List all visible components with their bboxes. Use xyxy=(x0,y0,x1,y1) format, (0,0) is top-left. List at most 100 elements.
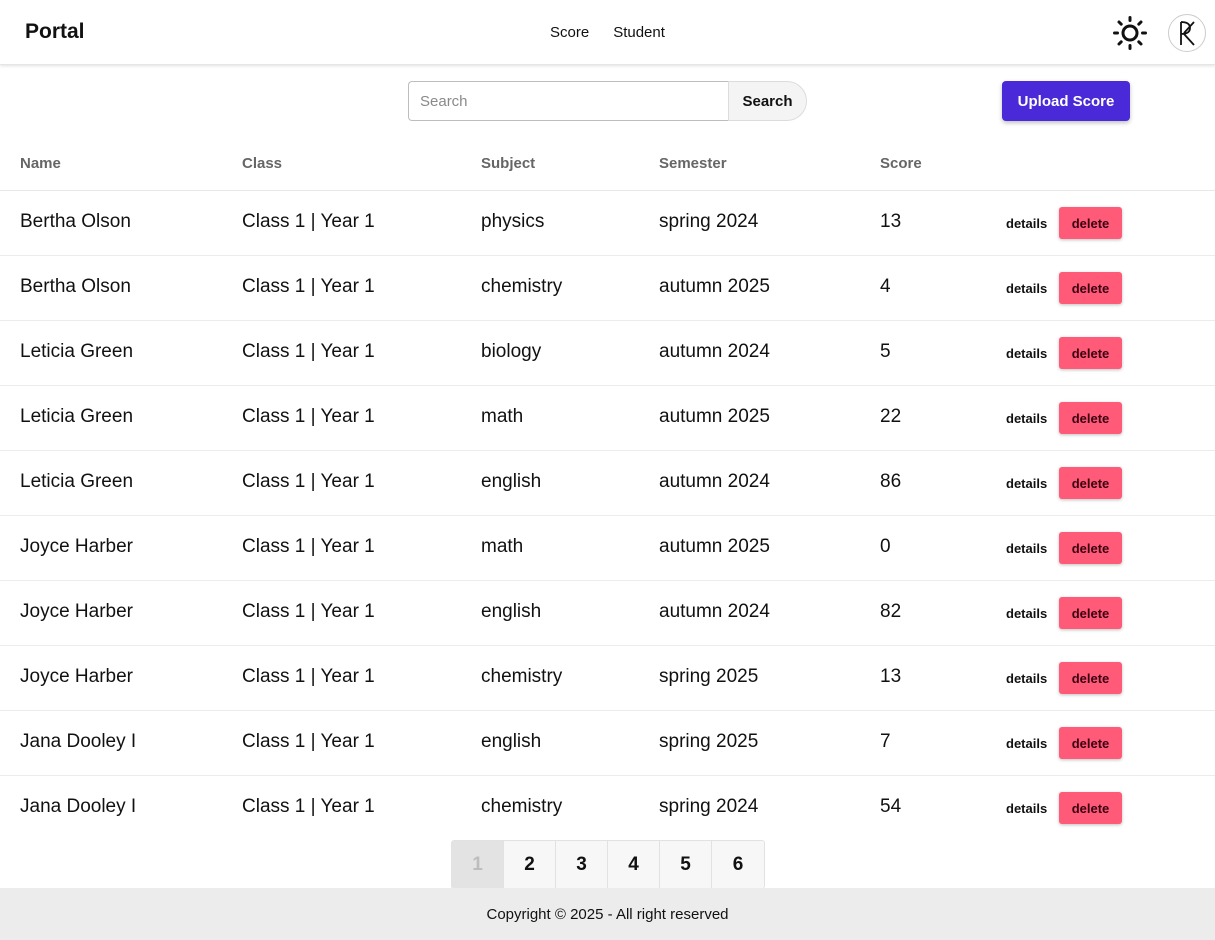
cell-subject: english xyxy=(481,601,542,622)
cell-score: 13 xyxy=(880,211,902,232)
cell-semester: autumn 2025 xyxy=(659,536,770,557)
cell-class: Class 1 | Year 1 xyxy=(242,731,375,752)
cell-class: Class 1 | Year 1 xyxy=(242,211,375,232)
cell-semester: spring 2024 xyxy=(659,211,759,232)
table-row: Jana Dooley I Class 1 | Year 1 chemistry sp… xyxy=(0,776,1215,841)
page-button-3[interactable]: 3 xyxy=(556,841,608,888)
delete-button[interactable]: delete xyxy=(1059,597,1122,629)
search-button[interactable]: Search xyxy=(728,81,807,121)
table-row: Leticia Green Class 1 | Year 1 math autumn … xyxy=(0,386,1215,451)
delete-button[interactable]: delete xyxy=(1059,727,1122,759)
column-header-score[interactable]: Score xyxy=(880,155,922,172)
cell-name: Jana Dooley I xyxy=(20,796,137,817)
cell-class: Class 1 | Year 1 xyxy=(242,796,375,817)
delete-button[interactable]: delete xyxy=(1059,337,1122,369)
details-button[interactable]: details xyxy=(1000,601,1053,625)
cell-subject: chemistry xyxy=(481,796,563,817)
column-header-subject[interactable]: Subject xyxy=(481,155,535,172)
upload-score-button[interactable]: Upload Score xyxy=(1002,81,1130,121)
table-row: Joyce Harber Class 1 | Year 1 chemistry spr… xyxy=(0,646,1215,711)
cell-semester: autumn 2024 xyxy=(659,341,770,362)
delete-button[interactable]: delete xyxy=(1059,467,1122,499)
cell-semester: autumn 2024 xyxy=(659,601,770,622)
cell-score: 13 xyxy=(880,666,902,687)
table-row: Bertha Olson Class 1 | Year 1 physics sprin… xyxy=(0,191,1215,256)
sun-icon[interactable] xyxy=(1113,16,1147,50)
cell-name: Jana Dooley I xyxy=(20,731,137,752)
cell-semester: autumn 2025 xyxy=(659,406,770,427)
cell-name: Joyce Harber xyxy=(20,536,133,557)
cell-name: Bertha Olson xyxy=(20,211,131,232)
details-button[interactable]: details xyxy=(1000,276,1053,300)
cell-score: 7 xyxy=(880,731,891,752)
page-button-6[interactable]: 6 xyxy=(712,841,764,888)
table-row: Bertha Olson Class 1 | Year 1 chemistry aut… xyxy=(0,256,1215,321)
details-button[interactable]: details xyxy=(1000,666,1053,690)
top-navbar: Portal Score Student xyxy=(0,0,1215,65)
details-button[interactable]: details xyxy=(1000,796,1053,820)
cell-class: Class 1 | Year 1 xyxy=(242,341,375,362)
delete-button[interactable]: delete xyxy=(1059,662,1122,694)
page-button-5[interactable]: 5 xyxy=(660,841,712,888)
details-button[interactable]: details xyxy=(1000,406,1053,430)
cell-class: Class 1 | Year 1 xyxy=(242,666,375,687)
cell-score: 4 xyxy=(880,276,891,297)
delete-button[interactable]: delete xyxy=(1059,792,1122,824)
details-button[interactable]: details xyxy=(1000,471,1053,495)
column-header-semester[interactable]: Semester xyxy=(659,155,727,172)
footer: Copyright © 2025 - All right reserved xyxy=(0,888,1215,940)
column-header-class[interactable]: Class xyxy=(242,155,282,172)
table-row: Jana Dooley I Class 1 | Year 1 english spri… xyxy=(0,711,1215,776)
nav-link-student[interactable]: Student xyxy=(613,24,665,41)
page-button-2[interactable]: 2 xyxy=(504,841,556,888)
cell-subject: english xyxy=(481,731,542,752)
cell-subject: chemistry xyxy=(481,666,563,687)
copyright-text: Copyright © 2025 - All right reserved xyxy=(486,905,729,923)
cell-score: 82 xyxy=(880,601,902,622)
cell-class: Class 1 | Year 1 xyxy=(242,471,375,492)
column-header-name[interactable]: Name xyxy=(20,155,61,172)
cell-score: 22 xyxy=(880,406,902,427)
details-button[interactable]: details xyxy=(1000,731,1053,755)
delete-button[interactable]: delete xyxy=(1059,207,1122,239)
cell-subject: english xyxy=(481,471,542,492)
cell-name: Leticia Green xyxy=(20,406,134,427)
page-button-4[interactable]: 4 xyxy=(608,841,660,888)
table-row: Leticia Green Class 1 | Year 1 english autu… xyxy=(0,451,1215,516)
cell-semester: autumn 2024 xyxy=(659,471,770,492)
avatar[interactable] xyxy=(1168,14,1206,52)
main-nav: Score Student xyxy=(550,24,665,41)
cell-name: Joyce Harber xyxy=(20,601,133,622)
details-button[interactable]: details xyxy=(1000,211,1053,235)
delete-button[interactable]: delete xyxy=(1059,532,1122,564)
cell-subject: math xyxy=(481,536,524,557)
cell-subject: physics xyxy=(481,211,545,232)
details-button[interactable]: details xyxy=(1000,341,1053,365)
table-row: Joyce Harber Class 1 | Year 1 math autumn 2… xyxy=(0,516,1215,581)
page-button-1[interactable]: 1 xyxy=(452,841,504,888)
cell-name: Joyce Harber xyxy=(20,666,133,687)
search-bar: Search xyxy=(408,81,807,121)
rk-monogram-icon xyxy=(1180,21,1195,46)
cell-subject: biology xyxy=(481,341,542,362)
table-row: Leticia Green Class 1 | Year 1 biology autu… xyxy=(0,321,1215,386)
delete-button[interactable]: delete xyxy=(1059,272,1122,304)
cell-semester: spring 2024 xyxy=(659,796,759,817)
delete-button[interactable]: delete xyxy=(1059,402,1122,434)
search-input[interactable] xyxy=(408,81,728,121)
cell-subject: chemistry xyxy=(481,276,563,297)
pagination: 123456 xyxy=(451,840,765,889)
cell-semester: spring 2025 xyxy=(659,731,759,752)
brand-logo[interactable]: Portal xyxy=(25,20,85,44)
cell-score: 0 xyxy=(880,536,891,557)
cell-class: Class 1 | Year 1 xyxy=(242,276,375,297)
cell-semester: autumn 2025 xyxy=(659,276,770,297)
cell-class: Class 1 | Year 1 xyxy=(242,406,375,427)
cell-name: Leticia Green xyxy=(20,341,134,362)
cell-name: Bertha Olson xyxy=(20,276,131,297)
nav-link-score[interactable]: Score xyxy=(550,24,589,41)
details-button[interactable]: details xyxy=(1000,536,1053,560)
cell-score: 86 xyxy=(880,471,902,492)
cell-score: 54 xyxy=(880,796,902,817)
cell-subject: math xyxy=(481,406,524,427)
